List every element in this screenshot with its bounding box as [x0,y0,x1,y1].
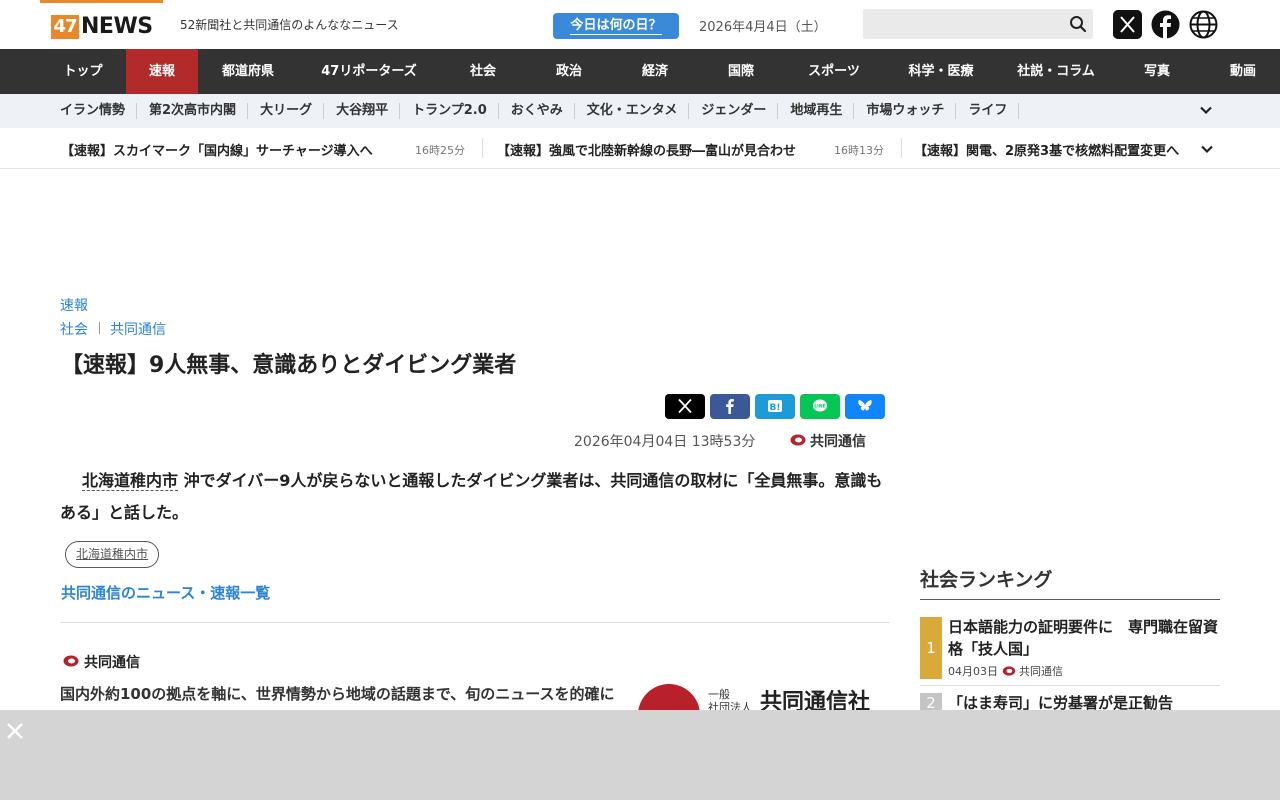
facebook-icon[interactable] [1151,10,1180,39]
share-hatena-button[interactable]: B! [755,394,795,419]
nav-item[interactable]: 速報 [126,49,198,94]
line-icon: LINE [813,399,827,412]
ranking-divider [920,685,1220,686]
ticker-divider [482,138,483,158]
ticker-item[interactable]: 【速報】強風で北陸新幹線の長野―富山が見合わせ [497,140,796,159]
search-input[interactable] [863,9,1093,39]
section-divider [60,622,890,623]
topic-nav-item[interactable]: ジェンダー [689,94,779,128]
x-twitter-icon [678,398,692,414]
nav-item[interactable]: スポーツ [784,49,884,94]
topic-nav-item[interactable]: トランプ2.0 [400,94,499,128]
ticker-time: 16時13分 [834,144,884,157]
chevron-down-icon[interactable] [1200,142,1214,156]
article-body: 北海道稚内市 沖でダイバー9人が戻らないと通報したダイビング業者は、共同通信の取… [60,471,883,522]
hatena-bookmark-icon: B! [768,400,782,413]
close-icon[interactable] [6,722,24,740]
category-divider [99,322,100,334]
article-title: 【速報】9人無事、意識ありとダイビング業者 [61,353,517,378]
ranking-title: 社会ランキング [920,569,1053,591]
share-x-button[interactable] [665,394,705,419]
logo-number: 47 [51,15,79,39]
today-in-history-button[interactable]: 今日は何の日？ [553,13,679,39]
tag-chip[interactable]: 北海道稚内市 [65,541,160,568]
breaking-news-ticker: 【速報】スカイマーク「国内線」サーチャージ導入へ 16時25分 【速報】強風で北… [0,128,1280,169]
ranking-divider [920,599,1220,600]
search-icon[interactable] [1068,14,1088,34]
facebook-icon [726,399,734,414]
share-bluesky-button[interactable] [845,394,885,419]
nav-item[interactable]: 国際 [698,49,784,94]
topic-nav-item[interactable]: おくやみ [499,94,575,128]
svg-text:LINE: LINE [814,404,825,410]
x-twitter-icon[interactable] [1113,10,1142,39]
kyodo-logo-icon [790,434,806,446]
nav-item[interactable]: 都道府県 [198,49,298,94]
category-link[interactable]: 社会 [60,319,88,339]
ranking-number: 1 [920,617,942,679]
nav-item[interactable]: 政治 [526,49,612,94]
topic-nav-item[interactable]: イラン情勢 [48,94,138,128]
topic-nav-item[interactable]: ライフ [956,94,1020,128]
topic-nav-item[interactable]: 第2次高市内閣 [137,94,249,128]
topic-navigation: イラン情勢 第2次高市内閣 大リーグ 大谷翔平 トランプ2.0 おくやみ 文化・エンタメ ジェ… [0,94,1280,128]
site-tagline: 52新聞社と共同通信のよんななニュース [180,18,399,32]
nav-item[interactable]: 社会 [440,49,526,94]
site-logo[interactable]: 47 NEWS [40,0,163,40]
ticker-item[interactable]: 【速報】スカイマーク「国内線」サーチャージ導入へ [61,140,373,159]
nav-item[interactable]: 写真 [1114,49,1200,94]
ticker-item[interactable]: 【速報】関電、2原発3基で核燃料配置変更へ [914,140,1179,159]
topic-nav-item[interactable]: 大谷翔平 [324,94,401,128]
share-facebook-button[interactable] [710,394,750,419]
nav-item[interactable]: 47リポーターズ [298,49,440,94]
nav-item[interactable]: トップ [40,49,126,94]
kyodo-logo-icon [63,655,79,667]
nav-item[interactable]: 科学・医療 [884,49,998,94]
kyodo-news-list-link[interactable]: 共同通信のニュース・速報一覧 [61,582,270,603]
site-header: 47 NEWS 52新聞社と共同通信のよんななニュース 今日は何の日？ 2026… [0,0,1280,49]
topic-nav-item[interactable]: 市場ウォッチ [854,94,957,128]
ticker-divider [901,138,902,158]
topic-nav-item[interactable]: 大リーグ [248,94,325,128]
current-date: 2026年4月4日（土） [699,20,827,35]
section-link[interactable]: 速報 [60,295,88,315]
chevron-down-icon[interactable] [1199,103,1213,117]
article-source: 共同通信 [810,434,866,450]
main-navigation: トップ 速報 都道府県 47リポーターズ 社会 政治 経済 国際 スポーツ 科学・医療 社説・コラム… [0,49,1280,94]
article-datetime: 2026年04月04日 13時53分 [574,434,756,450]
place-link[interactable]: 北海道稚内市 [82,471,179,491]
kyodo-logo-icon [1002,666,1015,676]
nav-item[interactable]: 経済 [612,49,698,94]
logo-text: NEWS [81,14,153,39]
ranking-item-title[interactable]: 日本語能力の証明要件に 専門職在留資格「技人国」 [948,616,1220,660]
topic-nav-item[interactable]: 地域再生 [778,94,855,128]
nav-item[interactable]: 社説・コラム [998,49,1114,94]
ticker-time: 16時25分 [415,144,465,157]
language-globe-icon[interactable] [1189,10,1218,39]
bluesky-icon [858,400,872,411]
bottom-ad-overlay [0,710,1280,800]
svg-text:B!: B! [770,403,781,413]
share-line-button[interactable]: LINE [800,394,840,419]
source-link[interactable]: 共同通信 [110,319,166,339]
nav-item[interactable]: 動画 [1200,49,1280,94]
topic-nav-item[interactable]: 文化・エンタメ [575,94,690,128]
ranking-item-meta: 04月03日 共同通信 [948,665,1063,678]
publisher-name[interactable]: 共同通信 [84,652,140,672]
